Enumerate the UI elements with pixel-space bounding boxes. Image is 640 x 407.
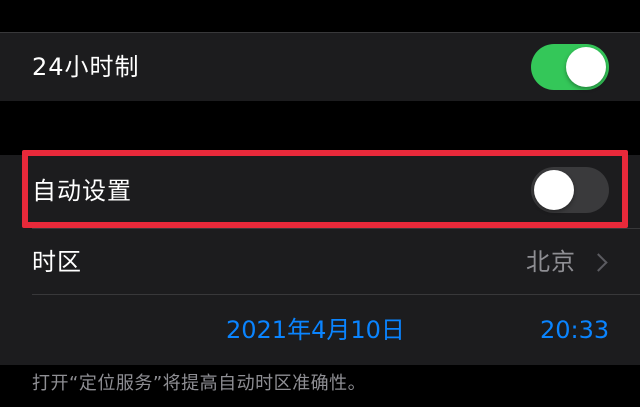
time-zone-label: 时区	[32, 248, 82, 276]
time-format-toggle[interactable]	[531, 44, 609, 90]
chevron-right-icon	[589, 253, 608, 272]
time-value[interactable]: 20:33	[540, 318, 609, 342]
settings-group-24h: 24小时制	[0, 33, 640, 101]
date-value[interactable]: 2021年4月10日	[226, 318, 405, 342]
highlight-box	[22, 150, 628, 228]
time-format-label: 24小时制	[32, 53, 140, 81]
row-separator	[32, 294, 640, 295]
toggle-knob	[566, 47, 606, 87]
footer-note: 打开“定位服务”将提高自动时区准确性。	[32, 373, 367, 394]
row-separator	[32, 228, 640, 229]
time-zone-value[interactable]: 北京	[526, 250, 576, 274]
